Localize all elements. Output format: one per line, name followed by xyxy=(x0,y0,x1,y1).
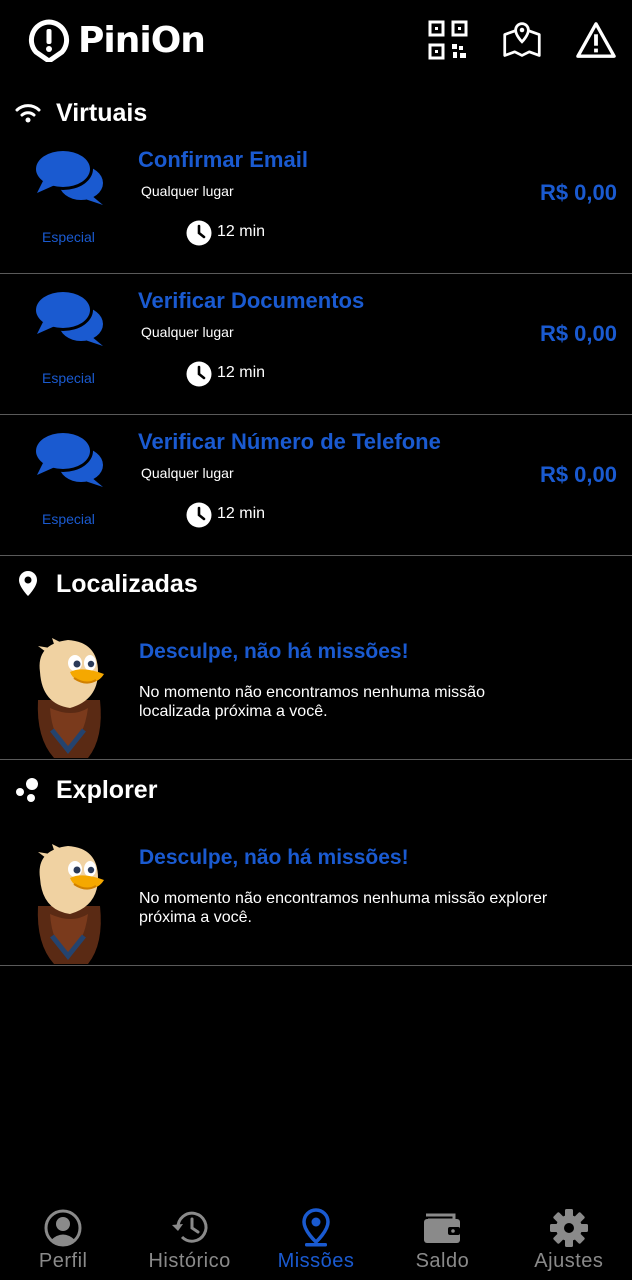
empty-state-text: No momento não encontramos nenhuma missã… xyxy=(139,890,548,926)
mission-tag: Especial xyxy=(42,229,95,245)
empty-state-text: No momento não encontramos nenhuma missã… xyxy=(139,684,485,720)
location-pin-icon xyxy=(296,1208,336,1248)
empty-state-localizadas: Desculpe, não há missões! No momento não… xyxy=(0,600,632,760)
section-title: Explorer xyxy=(56,775,158,804)
mission-title: Verificar Documentos xyxy=(138,288,365,313)
mission-location: Qualquer lugar xyxy=(141,183,234,199)
mission-item[interactable]: Especial Confirmar Email Qualquer lugar … xyxy=(0,133,632,274)
empty-state-explorer: Desculpe, não há missões! No momento não… xyxy=(0,806,632,966)
pinion-logo-icon xyxy=(28,19,70,62)
mission-duration: 12 min xyxy=(217,364,266,381)
mission-price: R$ 0,00 xyxy=(539,321,617,346)
mission-title: Verificar Número de Telefone xyxy=(138,429,441,454)
mission-tag: Especial xyxy=(42,511,95,527)
nav-label: Ajustes xyxy=(534,1250,604,1272)
chat-bubbles-icon xyxy=(33,148,103,205)
location-pin-icon xyxy=(14,570,42,598)
gear-icon xyxy=(549,1208,589,1248)
empty-state-title: Desculpe, não há missões! xyxy=(139,846,409,869)
nav-label: Perfil xyxy=(38,1250,88,1272)
nav-label: Saldo xyxy=(415,1250,470,1272)
bottom-navigation: Perfil Histórico Missões Saldo Ajustes xyxy=(0,1200,632,1280)
nav-item-ajustes[interactable]: Ajustes xyxy=(506,1200,632,1280)
clock-icon xyxy=(186,361,212,387)
nav-item-missoes[interactable]: Missões xyxy=(253,1200,379,1280)
wallet-icon xyxy=(422,1208,462,1248)
mission-duration: 12 min xyxy=(217,223,266,240)
wifi-icon xyxy=(14,99,42,127)
nav-label: Missões xyxy=(277,1250,355,1272)
user-circle-icon xyxy=(43,1208,83,1248)
mission-duration: 12 min xyxy=(217,505,266,522)
nav-item-historico[interactable]: Histórico xyxy=(126,1200,252,1280)
mission-price: R$ 0,00 xyxy=(539,180,617,205)
history-icon xyxy=(170,1208,210,1248)
chat-bubbles-icon xyxy=(33,289,103,346)
app-name: PiniOn xyxy=(78,19,206,61)
chat-bubbles-icon xyxy=(33,430,103,487)
mission-location: Qualquer lugar xyxy=(141,324,234,340)
nav-item-saldo[interactable]: Saldo xyxy=(379,1200,505,1280)
bubbles-icon xyxy=(14,776,42,804)
nav-label: Histórico xyxy=(148,1250,231,1272)
app-logo: PiniOn xyxy=(24,18,206,62)
mission-title: Confirmar Email xyxy=(138,147,308,172)
qr-code-icon[interactable] xyxy=(428,20,468,60)
mission-item[interactable]: Especial Verificar Documentos Qualquer l… xyxy=(0,274,632,415)
mission-tag: Especial xyxy=(42,370,95,386)
section-header-virtuais: Virtuais xyxy=(0,91,632,135)
clock-icon xyxy=(186,220,212,246)
warning-icon[interactable] xyxy=(576,20,616,60)
mission-location: Qualquer lugar xyxy=(141,465,234,481)
section-title: Localizadas xyxy=(56,569,198,598)
section-title: Virtuais xyxy=(56,98,148,127)
clock-icon xyxy=(186,502,212,528)
empty-state-title: Desculpe, não há missões! xyxy=(139,640,409,663)
map-icon[interactable] xyxy=(502,20,542,60)
eagle-mascot-icon xyxy=(37,638,104,758)
mission-price: R$ 0,00 xyxy=(539,462,617,487)
eagle-mascot-icon xyxy=(37,844,104,964)
mission-item[interactable]: Especial Verificar Número de Telefone Qu… xyxy=(0,415,632,556)
top-bar: PiniOn xyxy=(0,0,632,86)
nav-item-perfil[interactable]: Perfil xyxy=(0,1200,126,1280)
